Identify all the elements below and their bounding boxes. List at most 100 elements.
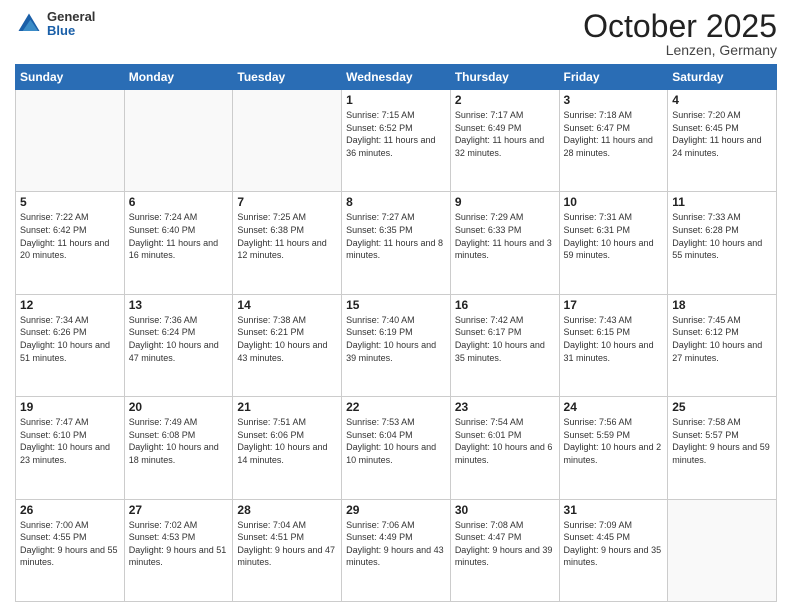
day-info: Sunrise: 7:00 AMSunset: 4:55 PMDaylight:… [20, 519, 120, 569]
calendar-day-cell: 5 Sunrise: 7:22 AMSunset: 6:42 PMDaylight… [16, 192, 125, 294]
calendar-week-row: 12Sunrise: 7:34 AMSunset: 6:26 PMDayligh… [16, 294, 777, 396]
day-info: Sunrise: 7:15 AMSunset: 6:52 PMDaylight:… [346, 109, 446, 159]
day-number: 11 [672, 195, 772, 209]
logo-blue: Blue [47, 24, 95, 38]
calendar-day-cell: 30 Sunrise: 7:08 AMSunset: 4:47 PMDayligh… [450, 499, 559, 601]
calendar-day-cell: 24 Sunrise: 7:56 AMSunset: 5:59 PMDayligh… [559, 397, 668, 499]
calendar-day-cell: 29 Sunrise: 7:06 AMSunset: 4:49 PMDayligh… [342, 499, 451, 601]
day-info: Sunrise: 7:27 AMSunset: 6:35 PMDaylight:… [346, 211, 446, 261]
calendar-day-cell: 8 Sunrise: 7:27 AMSunset: 6:35 PMDaylight… [342, 192, 451, 294]
day-number: 5 [20, 195, 120, 209]
calendar-day-cell: 6Sunrise: 7:24 AMSunset: 6:40 PMDaylight… [124, 192, 233, 294]
day-number: 10 [564, 195, 664, 209]
day-info: Sunrise: 7:40 AMSunset: 6:19 PMDaylight:… [346, 314, 446, 364]
month-title: October 2025 [583, 10, 777, 42]
day-number: 3 [564, 93, 664, 107]
day-info: Sunrise: 7:20 AMSunset: 6:45 PMDaylight:… [672, 109, 772, 159]
calendar-day-cell [233, 90, 342, 192]
weekday-header-cell: Friday [559, 65, 668, 90]
calendar-day-cell: 17 Sunrise: 7:43 AMSunset: 6:15 PMDayligh… [559, 294, 668, 396]
calendar-day-cell: 13 Sunrise: 7:36 AMSunset: 6:24 PMDayligh… [124, 294, 233, 396]
calendar-day-cell: 12Sunrise: 7:34 AMSunset: 6:26 PMDayligh… [16, 294, 125, 396]
day-number: 2 [455, 93, 555, 107]
calendar-day-cell: 14 Sunrise: 7:38 AMSunset: 6:21 PMDayligh… [233, 294, 342, 396]
weekday-header-cell: Tuesday [233, 65, 342, 90]
day-number: 14 [237, 298, 337, 312]
calendar-day-cell: 18 Sunrise: 7:45 AMSunset: 6:12 PMDayligh… [668, 294, 777, 396]
calendar-day-cell: 31Sunrise: 7:09 AMSunset: 4:45 PMDayligh… [559, 499, 668, 601]
calendar-day-cell: 27 Sunrise: 7:02 AMSunset: 4:53 PMDayligh… [124, 499, 233, 601]
day-info: Sunrise: 7:06 AMSunset: 4:49 PMDaylight:… [346, 519, 446, 569]
calendar-day-cell: 16 Sunrise: 7:42 AMSunset: 6:17 PMDayligh… [450, 294, 559, 396]
location: Lenzen, Germany [583, 42, 777, 58]
calendar-week-row: 1Sunrise: 7:15 AMSunset: 6:52 PMDaylight… [16, 90, 777, 192]
day-number: 31 [564, 503, 664, 517]
day-info: Sunrise: 7:17 AMSunset: 6:49 PMDaylight:… [455, 109, 555, 159]
day-info: Sunrise: 7:58 AMSunset: 5:57 PMDaylight:… [672, 416, 772, 466]
day-info: Sunrise: 7:43 AMSunset: 6:15 PMDaylight:… [564, 314, 664, 364]
day-number: 23 [455, 400, 555, 414]
day-number: 16 [455, 298, 555, 312]
calendar-table: SundayMondayTuesdayWednesdayThursdayFrid… [15, 64, 777, 602]
weekday-header-row: SundayMondayTuesdayWednesdayThursdayFrid… [16, 65, 777, 90]
day-number: 24 [564, 400, 664, 414]
calendar-day-cell: 7 Sunrise: 7:25 AMSunset: 6:38 PMDaylight… [233, 192, 342, 294]
logo-text: General Blue [47, 10, 95, 39]
day-number: 17 [564, 298, 664, 312]
day-info: Sunrise: 7:42 AMSunset: 6:17 PMDaylight:… [455, 314, 555, 364]
calendar-day-cell: 25 Sunrise: 7:58 AMSunset: 5:57 PMDayligh… [668, 397, 777, 499]
day-number: 19 [20, 400, 120, 414]
calendar-day-cell: 19 Sunrise: 7:47 AMSunset: 6:10 PMDayligh… [16, 397, 125, 499]
day-number: 22 [346, 400, 446, 414]
day-info: Sunrise: 7:38 AMSunset: 6:21 PMDaylight:… [237, 314, 337, 364]
day-info: Sunrise: 7:47 AMSunset: 6:10 PMDaylight:… [20, 416, 120, 466]
weekday-header-cell: Wednesday [342, 65, 451, 90]
day-info: Sunrise: 7:02 AMSunset: 4:53 PMDaylight:… [129, 519, 229, 569]
day-number: 8 [346, 195, 446, 209]
calendar-day-cell: 2 Sunrise: 7:17 AMSunset: 6:49 PMDaylight… [450, 90, 559, 192]
day-number: 20 [129, 400, 229, 414]
calendar-day-cell: 4Sunrise: 7:20 AMSunset: 6:45 PMDaylight… [668, 90, 777, 192]
weekday-header-cell: Sunday [16, 65, 125, 90]
day-number: 30 [455, 503, 555, 517]
calendar-day-cell: 22 Sunrise: 7:53 AMSunset: 6:04 PMDayligh… [342, 397, 451, 499]
day-info: Sunrise: 7:49 AMSunset: 6:08 PMDaylight:… [129, 416, 229, 466]
day-info: Sunrise: 7:18 AMSunset: 6:47 PMDaylight:… [564, 109, 664, 159]
day-info: Sunrise: 7:54 AMSunset: 6:01 PMDaylight:… [455, 416, 555, 466]
day-info: Sunrise: 7:04 AMSunset: 4:51 PMDaylight:… [237, 519, 337, 569]
day-number: 28 [237, 503, 337, 517]
day-info: Sunrise: 7:45 AMSunset: 6:12 PMDaylight:… [672, 314, 772, 364]
day-info: Sunrise: 7:29 AMSunset: 6:33 PMDaylight:… [455, 211, 555, 261]
calendar-day-cell: 15Sunrise: 7:40 AMSunset: 6:19 PMDayligh… [342, 294, 451, 396]
calendar-day-cell: 28 Sunrise: 7:04 AMSunset: 4:51 PMDayligh… [233, 499, 342, 601]
day-info: Sunrise: 7:22 AMSunset: 6:42 PMDaylight:… [20, 211, 120, 261]
day-number: 12 [20, 298, 120, 312]
calendar-week-row: 19 Sunrise: 7:47 AMSunset: 6:10 PMDayligh… [16, 397, 777, 499]
day-number: 13 [129, 298, 229, 312]
day-number: 26 [20, 503, 120, 517]
day-info: Sunrise: 7:25 AMSunset: 6:38 PMDaylight:… [237, 211, 337, 261]
calendar-day-cell: 20 Sunrise: 7:49 AMSunset: 6:08 PMDayligh… [124, 397, 233, 499]
calendar-day-cell: 10Sunrise: 7:31 AMSunset: 6:31 PMDayligh… [559, 192, 668, 294]
day-number: 21 [237, 400, 337, 414]
weekday-header-cell: Thursday [450, 65, 559, 90]
day-number: 7 [237, 195, 337, 209]
logo-icon [15, 10, 43, 38]
calendar-day-cell: 11 Sunrise: 7:33 AMSunset: 6:28 PMDayligh… [668, 192, 777, 294]
day-info: Sunrise: 7:53 AMSunset: 6:04 PMDaylight:… [346, 416, 446, 466]
day-number: 29 [346, 503, 446, 517]
day-number: 9 [455, 195, 555, 209]
day-info: Sunrise: 7:08 AMSunset: 4:47 PMDaylight:… [455, 519, 555, 569]
logo: General Blue [15, 10, 95, 39]
day-number: 25 [672, 400, 772, 414]
day-number: 27 [129, 503, 229, 517]
day-info: Sunrise: 7:33 AMSunset: 6:28 PMDaylight:… [672, 211, 772, 261]
page: General Blue October 2025 Lenzen, German… [0, 0, 792, 612]
day-info: Sunrise: 7:56 AMSunset: 5:59 PMDaylight:… [564, 416, 664, 466]
calendar-body: 1Sunrise: 7:15 AMSunset: 6:52 PMDaylight… [16, 90, 777, 602]
day-number: 6 [129, 195, 229, 209]
day-number: 18 [672, 298, 772, 312]
day-info: Sunrise: 7:36 AMSunset: 6:24 PMDaylight:… [129, 314, 229, 364]
weekday-header-cell: Saturday [668, 65, 777, 90]
weekday-header-cell: Monday [124, 65, 233, 90]
